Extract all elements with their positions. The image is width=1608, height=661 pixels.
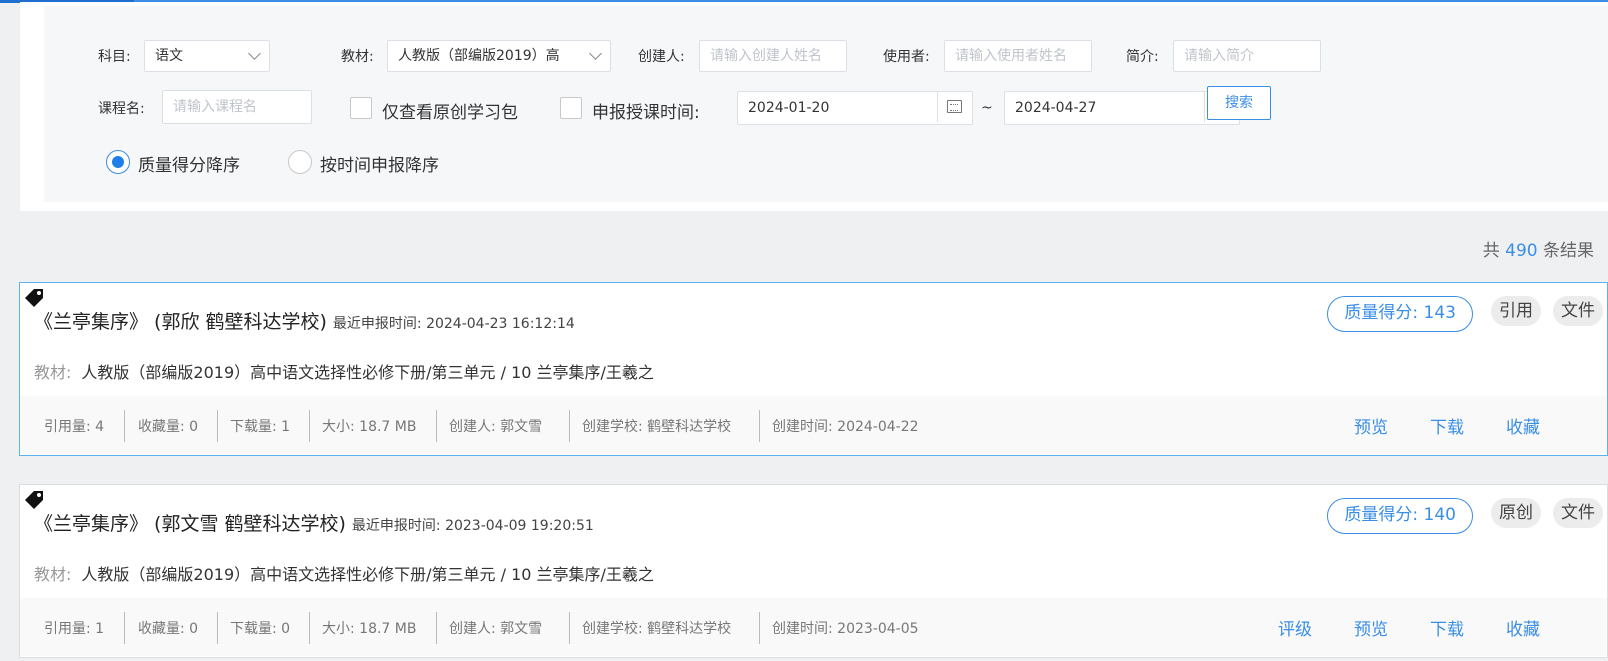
divider <box>759 612 760 644</box>
stat-favorite: 收藏量: 0 <box>138 419 199 435</box>
divider <box>309 410 310 442</box>
rate-button[interactable]: 评级 <box>1278 615 1312 640</box>
report-time-label: 申报授课时间: <box>592 103 700 123</box>
download-button[interactable]: 下载 <box>1430 413 1464 438</box>
chevron-down-icon <box>589 47 602 60</box>
card-material: 教材: 人教版（部编版2019）高中语文选择性必修下册/第三单元 / 10 兰亭集… <box>34 561 654 585</box>
tag-icon <box>25 491 43 509</box>
tag-icon <box>25 289 43 307</box>
file-badge: 文件 <box>1553 498 1603 528</box>
stat-download: 下载量: 1 <box>230 419 291 435</box>
stat-cite: 引用量: 1 <box>44 621 105 637</box>
date-start-value: 2024-01-20 <box>748 100 830 116</box>
divider <box>436 612 437 644</box>
download-button[interactable]: 下载 <box>1430 615 1464 640</box>
intro-label: 简介: <box>1126 49 1159 65</box>
course-label: 课程名: <box>98 101 145 117</box>
filter-panel: 科目: 语文 教材: 人教版（部编版2019）高 创建人: 请输入创建人姓名 使… <box>44 6 1608 202</box>
intro-input[interactable]: 请输入简介 <box>1173 40 1321 72</box>
quality-score-badge: 质量得分: 143 <box>1327 296 1473 332</box>
creator-label: 创建人: <box>638 49 685 65</box>
stat-school: 创建学校: 鹤壁科达学校 <box>582 419 732 435</box>
result-prefix: 共 <box>1482 241 1500 261</box>
preview-button[interactable]: 预览 <box>1354 615 1388 640</box>
stat-cite: 引用量: 4 <box>44 419 105 435</box>
result-suffix: 条结果 <box>1543 241 1594 261</box>
chevron-down-icon <box>248 47 261 60</box>
stat-creator: 创建人: 郭文雪 <box>449 419 543 435</box>
file-badge: 文件 <box>1553 296 1603 326</box>
divider <box>124 410 125 442</box>
user-input[interactable]: 请输入使用者姓名 <box>944 40 1092 72</box>
favorite-button[interactable]: 收藏 <box>1506 413 1540 438</box>
textbook-label: 教材: <box>341 49 374 65</box>
calendar-button[interactable] <box>937 92 972 122</box>
stat-school: 创建学校: 鹤壁科达学校 <box>582 621 732 637</box>
resource-card[interactable]: 《兰亭集序》 (郭文雪 鹤壁科达学校) 最近申报时间: 2023-04-09 19… <box>19 484 1608 658</box>
material-value: 人教版（部编版2019）高中语文选择性必修下册/第三单元 / 10 兰亭集序/王… <box>81 565 654 584</box>
date-end-input[interactable]: 2024-04-27 <box>1004 91 1240 125</box>
textbook-select[interactable]: 人教版（部编版2019）高 <box>387 40 611 72</box>
divider <box>124 612 125 644</box>
original-only-label: 仅查看原创学习包 <box>382 103 518 123</box>
card-title[interactable]: 《兰亭集序》 (郭文雪 鹤壁科达学校) 最近申报时间: 2023-04-09 19… <box>34 509 594 536</box>
filter-panel-wrapper: 科目: 语文 教材: 人教版（部编版2019）高 创建人: 请输入创建人姓名 使… <box>20 2 1608 211</box>
creator-input[interactable]: 请输入创建人姓名 <box>699 40 847 72</box>
divider <box>569 612 570 644</box>
preview-button[interactable]: 预览 <box>1354 413 1388 438</box>
divider <box>217 612 218 644</box>
card-title-text: 《兰亭集序》 (郭文雪 鹤壁科达学校) <box>34 513 346 535</box>
subject-select[interactable]: 语文 <box>144 40 270 72</box>
date-separator: ~ <box>981 100 993 116</box>
date-start-input[interactable]: 2024-01-20 <box>737 91 973 125</box>
sort-quality-radio[interactable] <box>106 150 130 174</box>
user-label: 使用者: <box>883 49 930 65</box>
card-report-time: 最近申报时间: 2024-04-23 16:12:14 <box>332 316 575 332</box>
material-value: 人教版（部编版2019）高中语文选择性必修下册/第三单元 / 10 兰亭集序/王… <box>81 363 654 382</box>
stat-size: 大小: 18.7 MB <box>322 419 417 435</box>
stat-created: 创建时间: 2023-04-05 <box>772 621 919 637</box>
report-time-checkbox[interactable] <box>560 97 582 119</box>
card-title[interactable]: 《兰亭集序》 (郭欣 鹤壁科达学校) 最近申报时间: 2024-04-23 16:… <box>34 307 575 334</box>
stat-size: 大小: 18.7 MB <box>322 621 417 637</box>
card-report-time: 最近申报时间: 2023-04-09 19:20:51 <box>351 518 594 534</box>
subject-value: 语文 <box>155 48 183 64</box>
result-number: 490 <box>1505 241 1538 261</box>
divider <box>217 410 218 442</box>
stat-favorite: 收藏量: 0 <box>138 621 199 637</box>
sort-time-label: 按时间申报降序 <box>320 156 439 176</box>
subject-label: 科目: <box>98 49 131 65</box>
card-title-text: 《兰亭集序》 (郭欣 鹤壁科达学校) <box>34 311 327 333</box>
cite-badge: 引用 <box>1491 296 1541 326</box>
material-label: 教材: <box>34 565 72 584</box>
divider <box>309 612 310 644</box>
favorite-button[interactable]: 收藏 <box>1506 615 1540 640</box>
course-input[interactable]: 请输入课程名 <box>162 90 312 124</box>
stat-creator: 创建人: 郭文雪 <box>449 621 543 637</box>
calendar-icon <box>947 100 962 113</box>
material-label: 教材: <box>34 363 72 382</box>
date-end-value: 2024-04-27 <box>1015 100 1097 116</box>
divider <box>569 410 570 442</box>
divider <box>759 410 760 442</box>
sort-time-radio[interactable] <box>288 150 312 174</box>
sort-quality-label: 质量得分降序 <box>138 156 240 176</box>
card-stats: 引用量: 4 收藏量: 0 下载量: 1 大小: 18.7 MB 创建人: 郭文… <box>20 396 1607 454</box>
card-material: 教材: 人教版（部编版2019）高中语文选择性必修下册/第三单元 / 10 兰亭集… <box>34 359 654 383</box>
result-count: 共 490 条结果 <box>1483 236 1594 261</box>
quality-score-badge: 质量得分: 140 <box>1327 498 1473 534</box>
stat-created: 创建时间: 2024-04-22 <box>772 419 919 435</box>
original-only-checkbox[interactable] <box>350 97 372 119</box>
resource-card[interactable]: 《兰亭集序》 (郭欣 鹤壁科达学校) 最近申报时间: 2024-04-23 16:… <box>19 282 1608 456</box>
original-badge: 原创 <box>1491 498 1541 528</box>
search-button[interactable]: 搜索 <box>1207 86 1271 120</box>
divider <box>436 410 437 442</box>
card-stats: 引用量: 1 收藏量: 0 下载量: 0 大小: 18.7 MB 创建人: 郭文… <box>20 598 1607 656</box>
textbook-value: 人教版（部编版2019）高 <box>398 48 560 64</box>
stat-download: 下载量: 0 <box>230 621 291 637</box>
